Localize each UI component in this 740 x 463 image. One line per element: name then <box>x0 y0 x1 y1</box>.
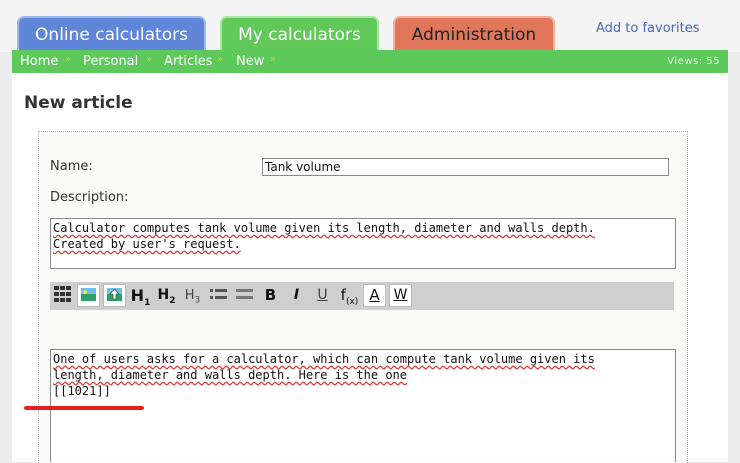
page-title: New article <box>24 93 133 113</box>
breadcrumb-separator-icon: » <box>65 54 72 65</box>
heading-1-button[interactable]: H1 <box>129 284 152 309</box>
tab-online-calculators[interactable]: Online calculators <box>17 16 206 50</box>
breadcrumb-separator-icon: » <box>270 54 277 65</box>
image-icon[interactable] <box>77 284 100 307</box>
breadcrumb-articles[interactable]: Articles <box>164 54 212 69</box>
body-line: One of users asks for a calculator, whic… <box>53 352 595 366</box>
article-body-textarea[interactable]: One of users asks for a calculator, whic… <box>50 349 676 462</box>
breadcrumb-separator-icon: » <box>146 54 153 65</box>
add-to-favorites-link[interactable]: Add to favorites <box>596 21 700 36</box>
tab-label: Administration <box>411 25 537 45</box>
tab-label: Online calculators <box>35 25 188 45</box>
description-textarea[interactable]: Calculator computes tank volume given it… <box>50 218 676 269</box>
wiki-link-button[interactable]: W <box>389 284 412 307</box>
tab-administration[interactable]: Administration <box>393 16 555 50</box>
body-line: [[1021]] <box>53 384 111 398</box>
heading-2-sub: 2 <box>169 295 176 306</box>
annotation-underline <box>24 406 144 410</box>
heading-2-button[interactable]: H2 <box>155 284 178 307</box>
text-color-button[interactable]: A <box>363 284 386 307</box>
body-line: length, diameter and walls depth. Here i… <box>53 368 408 382</box>
tab-my-calculators[interactable]: My calculators <box>220 16 379 52</box>
italic-button[interactable]: I <box>285 284 308 307</box>
name-label: Name: <box>50 159 93 174</box>
upload-image-icon[interactable] <box>103 284 126 307</box>
numbered-list-icon[interactable] <box>233 284 256 307</box>
heading-1-label: H <box>130 286 145 305</box>
heading-3-button[interactable]: H3 <box>181 284 204 307</box>
breadcrumb-separator-icon: » <box>217 54 224 65</box>
breadcrumb: Home » Personal » Articles » New » Views… <box>12 50 728 73</box>
breadcrumb-new[interactable]: New <box>236 54 264 69</box>
bulleted-list-icon[interactable] <box>207 284 230 307</box>
breadcrumb-home[interactable]: Home <box>20 54 58 69</box>
tab-label: My calculators <box>238 25 361 45</box>
description-line: Created by user's request. <box>53 237 241 251</box>
description-label: Description: <box>50 190 129 205</box>
heading-2-label: H <box>157 287 170 303</box>
heading-3-sub: 3 <box>194 295 201 306</box>
editor-toolbar: H1 H2 H3 B I U f(x) A W <box>50 282 674 310</box>
breadcrumb-personal[interactable]: Personal <box>83 54 138 69</box>
name-field[interactable] <box>262 158 669 176</box>
formula-sub: (x) <box>345 297 359 307</box>
formula-button[interactable]: f(x) <box>337 284 362 307</box>
underline-button[interactable]: U <box>311 284 334 307</box>
heading-1-sub: 1 <box>144 298 151 309</box>
heading-3-label: H <box>184 288 195 303</box>
table-icon[interactable] <box>51 284 74 307</box>
description-line: Calculator computes tank volume given it… <box>53 221 595 235</box>
bold-button[interactable]: B <box>259 284 282 307</box>
views-counter: Views: 55 <box>667 56 720 67</box>
